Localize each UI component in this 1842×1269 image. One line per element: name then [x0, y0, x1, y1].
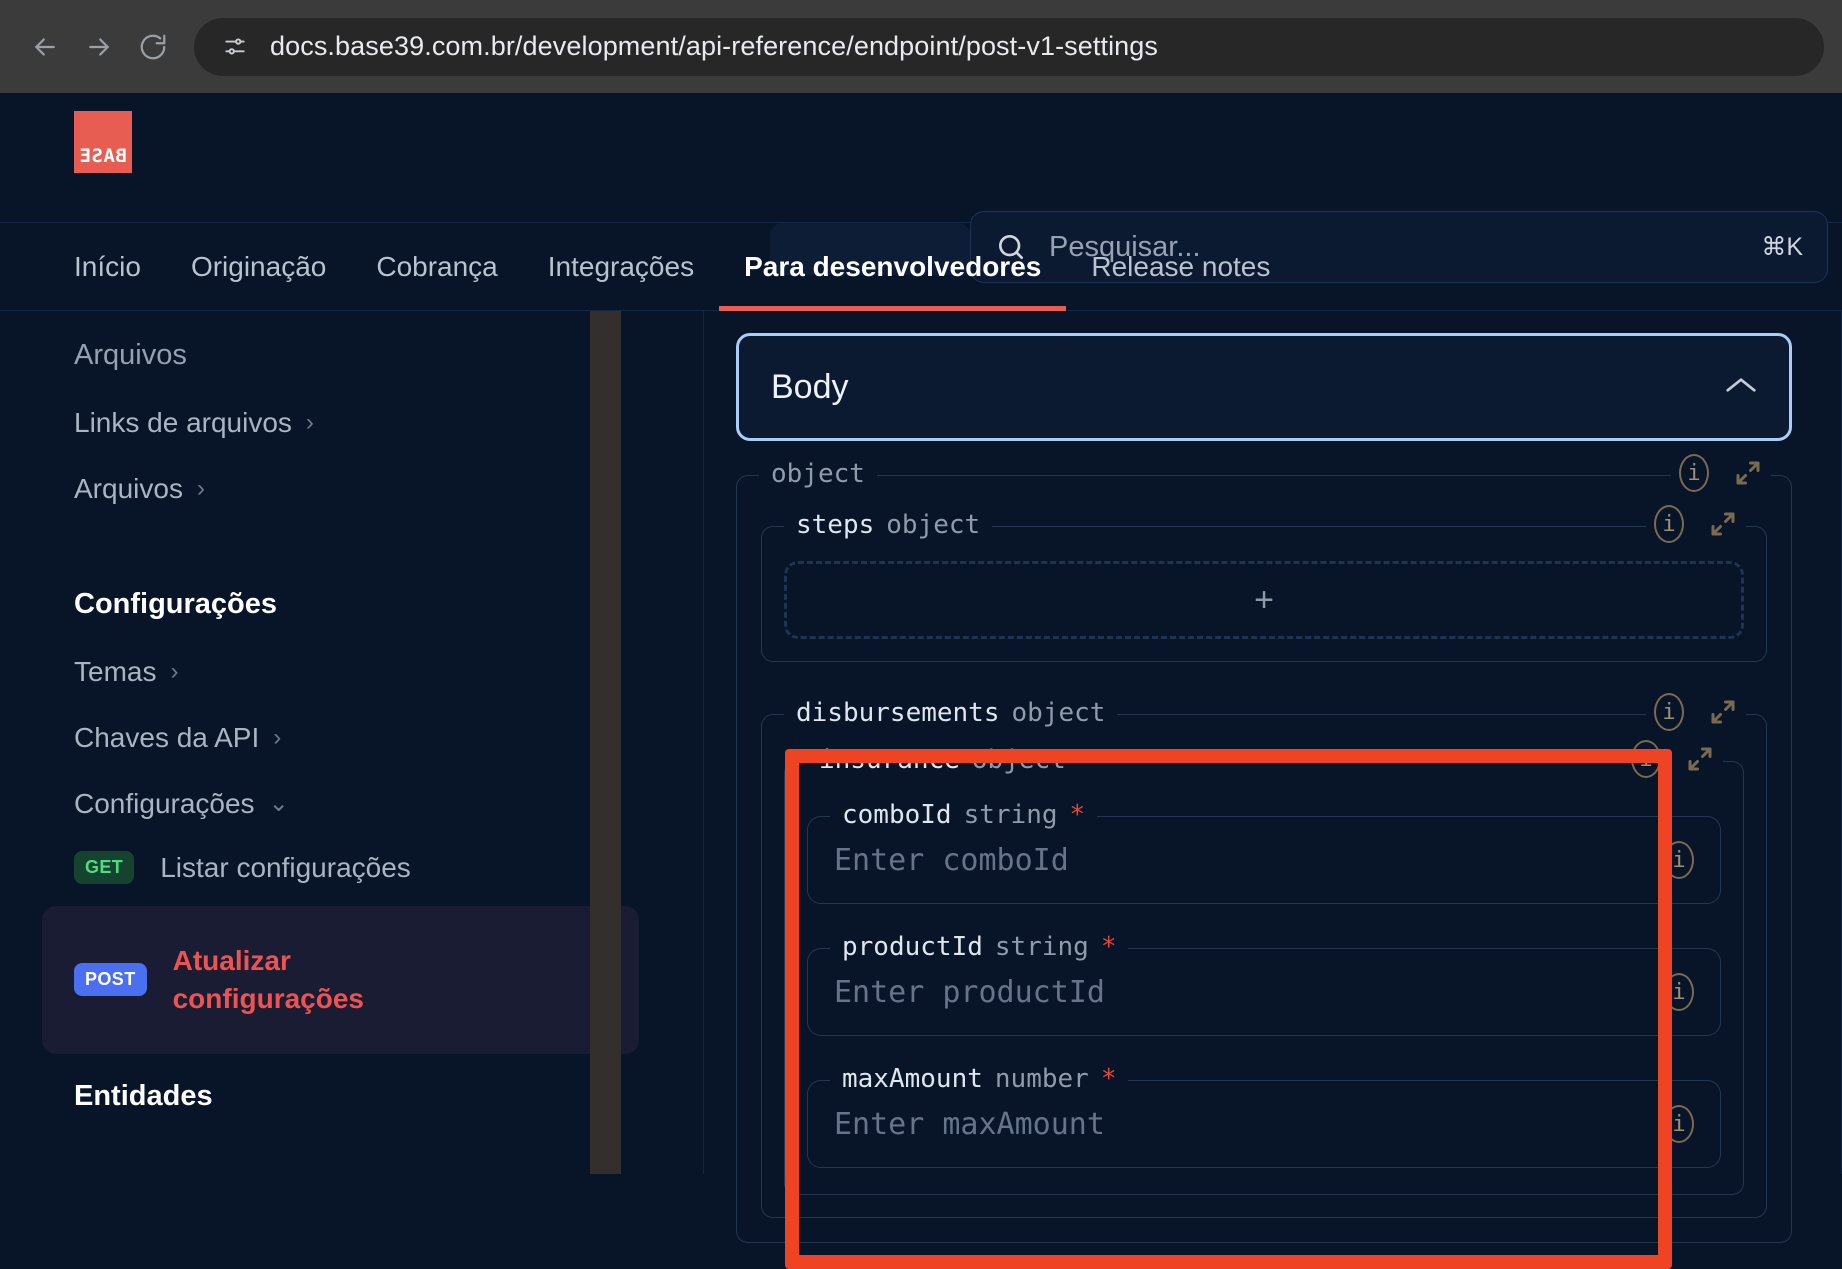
- collapse-icon[interactable]: [1685, 744, 1715, 774]
- back-arrow-icon[interactable]: [18, 20, 72, 74]
- address-bar[interactable]: docs.base39.com.br/development/api-refer…: [194, 18, 1824, 76]
- forward-arrow-icon[interactable]: [72, 20, 126, 74]
- info-icon[interactable]: i: [1654, 505, 1684, 543]
- chevron-up-icon[interactable]: [1725, 375, 1757, 400]
- chevron-down-icon: ⌄: [269, 792, 289, 816]
- field-legend: comboId string *: [830, 800, 1097, 830]
- chevron-right-icon: ›: [273, 726, 281, 750]
- sidebar-endpoint-atualizar-configuracoes[interactable]: POST Atualizar configurações: [42, 906, 639, 1054]
- field-placeholder: Enter productId: [834, 975, 1664, 1010]
- page-root: BASE Pesquisar... ⌘K Início Originação C…: [0, 93, 1842, 1174]
- logo-text: BASE: [79, 145, 127, 167]
- field-type: string: [964, 800, 1058, 830]
- content-columns: Arquivos Links de arquivos › Arquivos › …: [0, 311, 1842, 1174]
- body-panel-header[interactable]: Body: [736, 333, 1792, 441]
- tab-inicio[interactable]: Início: [74, 223, 166, 311]
- field-legend: productId string *: [830, 932, 1128, 962]
- collapse-icon[interactable]: [1708, 509, 1738, 539]
- method-badge-post: POST: [74, 963, 147, 996]
- info-icon[interactable]: i: [1631, 740, 1661, 778]
- group-type: object: [771, 459, 865, 489]
- endpoint-label: Atualizar configurações: [173, 942, 403, 1018]
- field-comboid[interactable]: comboId string * Enter comboId i: [807, 816, 1721, 904]
- group-root-object: object i steps object: [736, 475, 1792, 1243]
- field-productid[interactable]: productId string * Enter productId i: [807, 948, 1721, 1036]
- field-type: string: [995, 932, 1089, 962]
- page-title: Body: [771, 368, 849, 407]
- collapse-icon[interactable]: [1733, 458, 1763, 488]
- tab-para-desenvolvedores[interactable]: Para desenvolvedores: [719, 223, 1066, 311]
- site-settings-icon[interactable]: [212, 24, 258, 70]
- info-icon[interactable]: i: [1664, 1105, 1694, 1143]
- tab-cobranca[interactable]: Cobrança: [351, 223, 522, 311]
- sidebar-item-label: Links de arquivos: [74, 407, 292, 439]
- group-type: object: [1012, 698, 1106, 728]
- field-maxamount[interactable]: maxAmount number * Enter maxAmount i: [807, 1080, 1721, 1168]
- sidebar: Arquivos Links de arquivos › Arquivos › …: [0, 311, 704, 1174]
- sidebar-item-label: Temas: [74, 656, 156, 688]
- browser-toolbar: docs.base39.com.br/development/api-refer…: [0, 0, 1842, 93]
- info-icon[interactable]: i: [1664, 973, 1694, 1011]
- base-logo[interactable]: BASE: [74, 111, 132, 173]
- main-content: Body object i: [704, 311, 1842, 1174]
- site-header: BASE Pesquisar... ⌘K: [0, 93, 1842, 223]
- group-actions: i: [1646, 693, 1746, 731]
- group-name: steps: [796, 510, 874, 540]
- field-name: comboId: [842, 800, 952, 830]
- group-legend: disbursements object: [784, 698, 1117, 728]
- sidebar-item-label: Arquivos: [74, 473, 183, 505]
- chevron-right-icon: ›: [170, 660, 178, 684]
- field-legend: maxAmount number *: [830, 1064, 1128, 1094]
- group-insurance: insurance object i: [784, 761, 1744, 1195]
- endpoint-label: Listar configurações: [160, 852, 411, 884]
- sidebar-scrollbar[interactable]: [590, 311, 621, 1174]
- field-placeholder: Enter maxAmount: [834, 1107, 1664, 1142]
- group-disbursements: disbursements object i: [761, 714, 1767, 1218]
- tab-originacao[interactable]: Originação: [166, 223, 351, 311]
- required-marker: *: [1101, 932, 1117, 962]
- required-marker: *: [1070, 800, 1086, 830]
- primary-nav: Início Originação Cobrança Integrações P…: [0, 223, 1842, 311]
- group-actions: i: [1623, 740, 1723, 778]
- sidebar-item-label: Configurações: [74, 788, 255, 820]
- sidebar-item-label: Chaves da API: [74, 722, 259, 754]
- chevron-right-icon: ›: [306, 411, 314, 435]
- group-type: object: [972, 745, 1066, 775]
- group-actions: i: [1646, 505, 1746, 543]
- group-name: disbursements: [796, 698, 1000, 728]
- url-text: docs.base39.com.br/development/api-refer…: [270, 31, 1158, 62]
- group-name: insurance: [819, 745, 960, 775]
- reload-icon[interactable]: [126, 20, 180, 74]
- field-placeholder: Enter comboId: [834, 843, 1664, 878]
- field-name: maxAmount: [842, 1064, 983, 1094]
- group-legend: steps object: [784, 510, 992, 540]
- required-marker: *: [1101, 1064, 1117, 1094]
- group-legend: object: [759, 459, 877, 489]
- add-step-button[interactable]: +: [784, 561, 1744, 639]
- info-icon[interactable]: i: [1664, 841, 1694, 879]
- chevron-right-icon: ›: [197, 477, 205, 501]
- group-legend: insurance object: [807, 745, 1078, 775]
- group-type: object: [886, 510, 980, 540]
- group-steps: steps object i +: [761, 526, 1767, 662]
- group-actions: i: [1671, 454, 1771, 492]
- tab-release-notes[interactable]: Release notes: [1066, 223, 1295, 311]
- info-icon[interactable]: i: [1654, 693, 1684, 731]
- collapse-icon[interactable]: [1708, 697, 1738, 727]
- info-icon[interactable]: i: [1679, 454, 1709, 492]
- field-name: productId: [842, 932, 983, 962]
- field-type: number: [995, 1064, 1089, 1094]
- method-badge-get: GET: [74, 851, 134, 884]
- tab-integracoes[interactable]: Integrações: [523, 223, 719, 311]
